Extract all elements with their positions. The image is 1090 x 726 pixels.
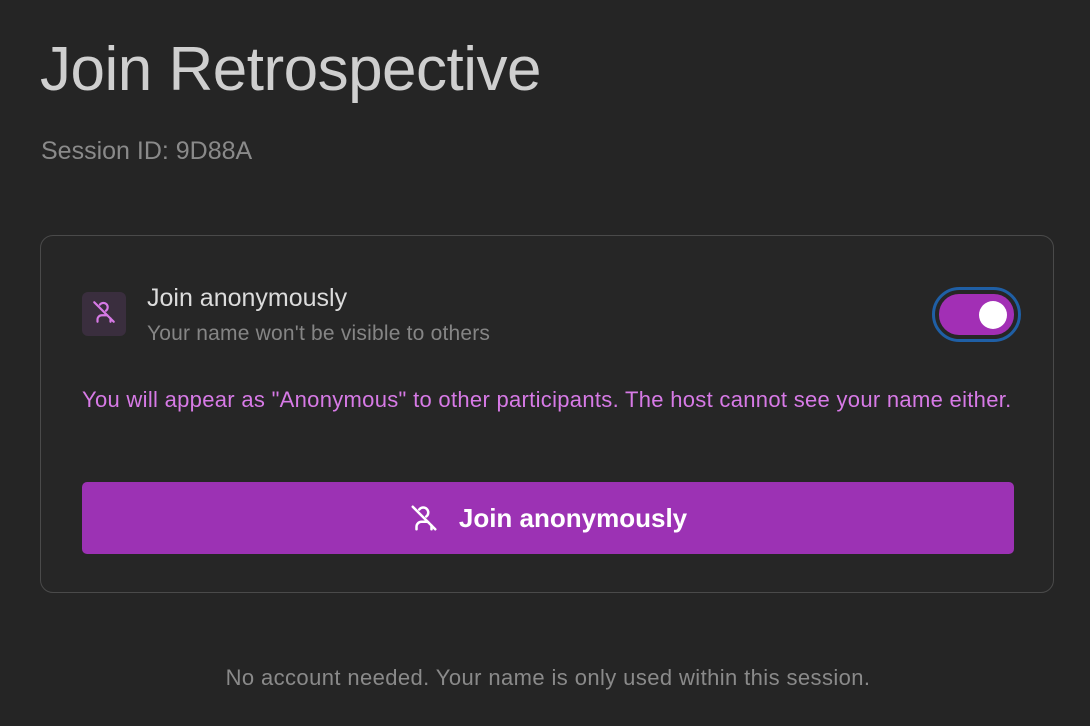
- join-anonymously-button[interactable]: Join anonymously: [82, 482, 1014, 554]
- anonymous-icon-badge: [82, 292, 126, 336]
- page-title: Join Retrospective: [40, 35, 542, 104]
- user-off-icon: [91, 299, 117, 330]
- session-id: Session ID: 9D88A: [41, 137, 253, 165]
- anonymous-option-description: Your name won't be visible to others: [147, 322, 491, 345]
- join-button-label: Join anonymously: [458, 502, 688, 533]
- anonymous-option-title: Join anonymously: [147, 284, 348, 312]
- toggle-knob: [979, 300, 1007, 329]
- join-card: Join anonymously Your name won't be visi…: [40, 235, 1054, 593]
- toggle-track: [939, 294, 1014, 335]
- anonymous-notice: You will appear as "Anonymous" to other …: [82, 387, 1012, 412]
- user-off-icon: [409, 503, 439, 533]
- footer-note: No account needed. Your name is only use…: [225, 665, 871, 690]
- anonymous-toggle[interactable]: [932, 287, 1021, 342]
